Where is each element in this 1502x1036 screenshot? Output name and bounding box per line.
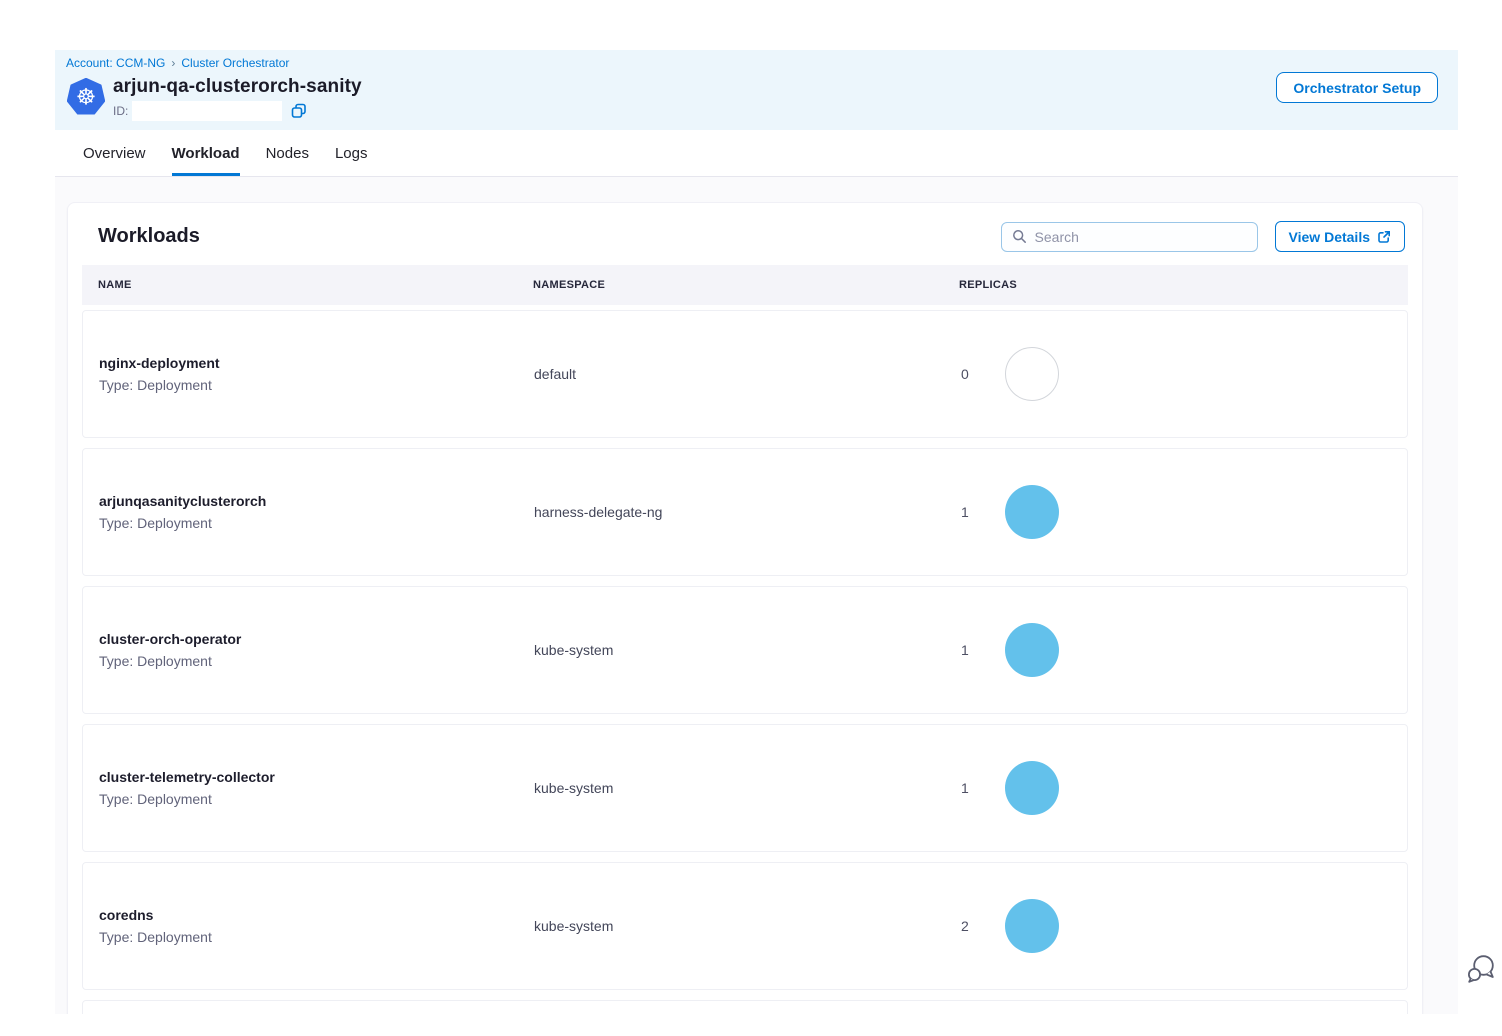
chat-bubbles-icon	[1464, 972, 1498, 989]
replica-circle	[1005, 485, 1059, 539]
workload-namespace: default	[518, 366, 944, 382]
main-content: Workloads View Details	[55, 177, 1458, 1014]
replica-count: 1	[961, 504, 969, 520]
workload-type: Type: Deployment	[99, 377, 518, 393]
table-row[interactable]: cluster-orch-operator Type: Deployment k…	[82, 586, 1408, 714]
table-header: NAME NAMESPACE REPLICAS	[82, 265, 1408, 305]
replica-count: 1	[961, 642, 969, 658]
orchestrator-setup-button[interactable]: Orchestrator Setup	[1276, 72, 1438, 103]
help-chat-button[interactable]	[1464, 951, 1498, 985]
cluster-id-redacted	[132, 101, 282, 121]
replica-circle	[1005, 761, 1059, 815]
cluster-id-label: ID:	[113, 104, 128, 118]
workload-type: Type: Deployment	[99, 929, 518, 945]
tab-label: Nodes	[266, 145, 309, 162]
workload-namespace: kube-system	[518, 780, 944, 796]
workload-name: nginx-deployment	[99, 355, 518, 371]
tab-label: Workload	[172, 145, 240, 162]
tab-label: Overview	[83, 145, 146, 162]
replica-circle	[1005, 899, 1059, 953]
table-row[interactable]: arjunqasanityclusterorch Type: Deploymen…	[82, 448, 1408, 576]
copy-icon[interactable]	[291, 103, 307, 119]
replica-circle	[1005, 347, 1059, 401]
breadcrumb: Account: CCM-NG › Cluster Orchestrator	[66, 56, 289, 70]
svg-text:☸: ☸	[76, 85, 96, 111]
table-row[interactable]: coredns Type: Deployment kube-system 2	[82, 862, 1408, 990]
replica-count: 1	[961, 780, 969, 796]
workload-name: cluster-orch-operator	[99, 631, 518, 647]
workload-namespace: kube-system	[518, 918, 944, 934]
search-icon	[1012, 229, 1027, 244]
workload-namespace: kube-system	[518, 642, 944, 658]
tabs: Overview Workload Nodes Logs	[55, 130, 1458, 177]
replica-count: 0	[961, 366, 969, 382]
workload-rows: nginx-deployment Type: Deployment defaul…	[82, 310, 1408, 1014]
workload-name: cluster-telemetry-collector	[99, 769, 518, 785]
column-header-name: NAME	[82, 279, 517, 291]
workload-namespace: harness-delegate-ng	[518, 504, 944, 520]
column-header-replicas: REPLICAS	[943, 279, 1408, 291]
workload-type: Type: Deployment	[99, 791, 518, 807]
breadcrumb-separator-icon: ›	[171, 56, 175, 70]
workload-name: arjunqasanityclusterorch	[99, 493, 518, 509]
replica-circle	[1005, 623, 1059, 677]
workload-type: Type: Deployment	[99, 515, 518, 531]
tab-workload[interactable]: Workload	[172, 130, 240, 176]
breadcrumb-account-link[interactable]: Account: CCM-NG	[66, 56, 165, 70]
tab-logs[interactable]: Logs	[335, 130, 368, 176]
tab-overview[interactable]: Overview	[83, 130, 146, 176]
workloads-title: Workloads	[98, 225, 200, 248]
table-row-partial	[82, 1000, 1408, 1014]
tab-label: Logs	[335, 145, 368, 162]
kubernetes-icon: ☸	[67, 78, 105, 116]
breadcrumb-current-link[interactable]: Cluster Orchestrator	[181, 56, 289, 70]
page-title: arjun-qa-clusterorch-sanity	[113, 76, 362, 98]
cluster-header: Account: CCM-NG › Cluster Orchestrator ☸…	[55, 50, 1458, 130]
page: Account: CCM-NG › Cluster Orchestrator ☸…	[0, 0, 1502, 1036]
column-header-namespace: NAMESPACE	[517, 279, 943, 291]
view-details-label: View Details	[1289, 229, 1370, 245]
search-box[interactable]	[1001, 222, 1258, 252]
view-details-button[interactable]: View Details	[1275, 221, 1405, 252]
tab-nodes[interactable]: Nodes	[266, 130, 309, 176]
workload-name: coredns	[99, 907, 518, 923]
replica-count: 2	[961, 918, 969, 934]
external-link-icon	[1377, 230, 1391, 244]
search-input[interactable]	[1035, 229, 1247, 245]
workloads-card: Workloads View Details	[67, 202, 1423, 1014]
table-row[interactable]: nginx-deployment Type: Deployment defaul…	[82, 310, 1408, 438]
table-row[interactable]: cluster-telemetry-collector Type: Deploy…	[82, 724, 1408, 852]
workload-type: Type: Deployment	[99, 653, 518, 669]
